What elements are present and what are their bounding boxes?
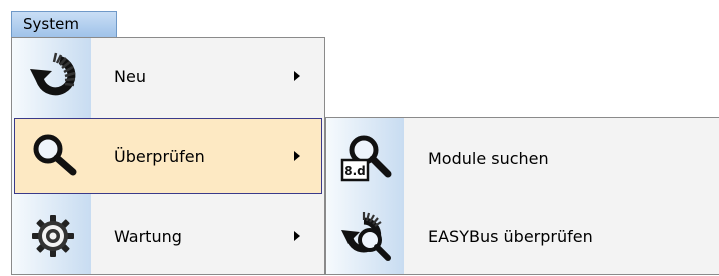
submenu-arrow-icon <box>294 151 300 161</box>
menu-item-label: Wartung <box>114 226 182 246</box>
module-search-icon: 8.d <box>327 120 404 196</box>
submenu-item-label: EASYBus überprüfen <box>428 226 593 246</box>
submenu-arrow-icon <box>294 71 300 81</box>
gear-icon <box>14 198 91 274</box>
submenu-item-easybus-ueberpruefen[interactable]: EASYBus überprüfen <box>327 198 719 274</box>
system-dropdown-menu: Neu Überprüfen Wartung <box>11 37 325 275</box>
magnifier-icon <box>15 119 92 193</box>
submenu-item-module-suchen[interactable]: 8.d Module suchen <box>327 120 719 196</box>
bus-check-icon <box>327 198 404 274</box>
menu-item-label: Neu <box>114 66 146 86</box>
menu-system[interactable]: System <box>11 11 117 37</box>
menu-item-ueberpruefen[interactable]: Überprüfen <box>14 118 322 194</box>
submenu-arrow-icon <box>294 231 300 241</box>
menu-item-neu[interactable]: Neu <box>14 38 322 114</box>
menu-item-wartung[interactable]: Wartung <box>14 198 322 274</box>
ueberpruefen-submenu: 8.d Module suchen EASYBus überprüfen <box>325 117 719 275</box>
submenu-item-label: Module suchen <box>428 148 549 168</box>
menu-item-label: Überprüfen <box>114 146 205 166</box>
module-icon-text: 8.d <box>344 164 366 178</box>
menu-system-label: System <box>23 15 79 33</box>
refresh-arrow-icon <box>14 38 91 114</box>
